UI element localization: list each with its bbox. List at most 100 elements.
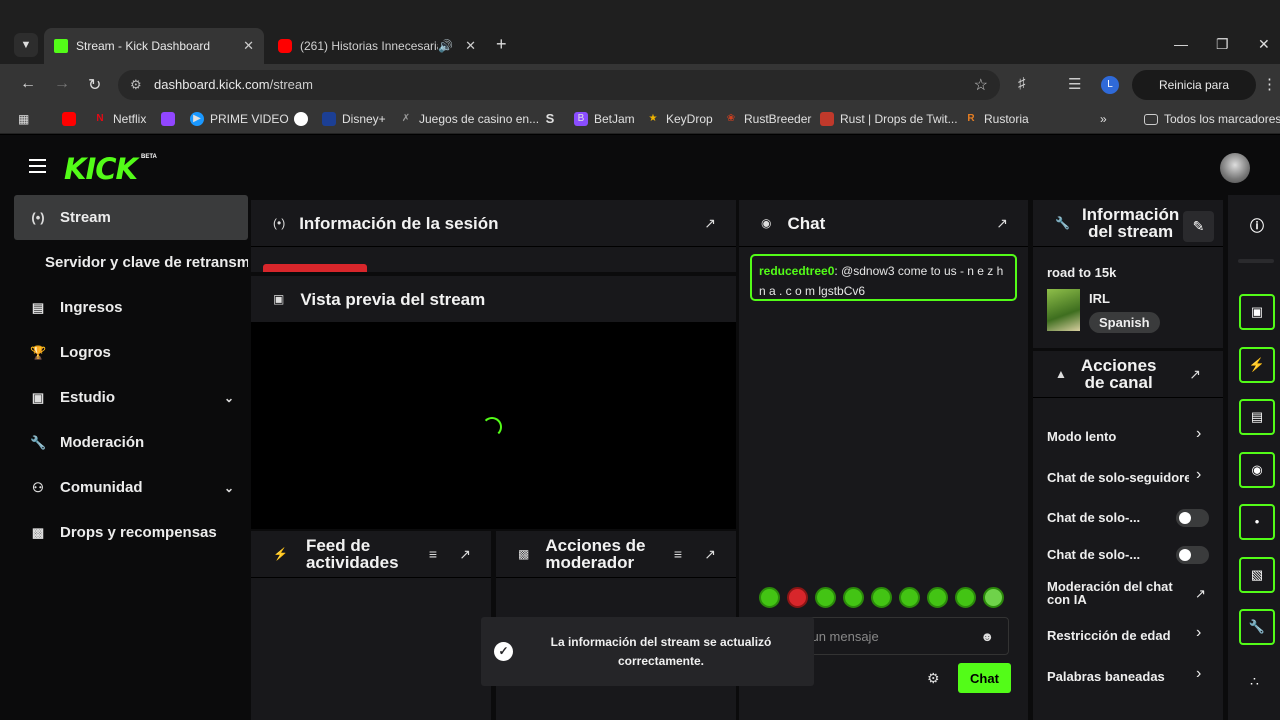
chevron-down-icon[interactable]: ⌄ [224, 391, 234, 405]
notes-icon[interactable]: ▤ [1239, 399, 1275, 435]
chevron-right-icon[interactable]: › [1196, 665, 1201, 683]
twitch-icon [161, 112, 175, 126]
minimize-icon[interactable]: — [1174, 36, 1188, 52]
action-slow-mode[interactable]: Modo lento [1047, 429, 1212, 444]
sidebar-item-estudio[interactable]: ▣ Estudio ⌄ [14, 375, 248, 420]
emote-icon[interactable] [815, 587, 836, 608]
more-bookmarks-icon[interactable]: » [1100, 112, 1107, 126]
emoji-icon[interactable]: ☻ [980, 629, 994, 644]
chevron-right-icon[interactable]: › [1196, 466, 1201, 484]
action-banned-words[interactable]: Palabras baneadas [1047, 669, 1212, 684]
popout-icon[interactable]: ↗ [996, 215, 1008, 232]
chat-icon[interactable]: ◉ [1239, 452, 1275, 488]
bookmark-rustoria[interactable]: R Rustoria [964, 112, 1028, 126]
sidebar-item-stream[interactable]: (•) Stream [14, 195, 248, 240]
bookmark-youtube[interactable] [62, 112, 82, 126]
broadcast-icon[interactable]: • [1239, 504, 1275, 540]
bookmark-keydrop[interactable]: ★ KeyDrop [646, 112, 713, 126]
chevron-down-icon[interactable]: ⌄ [224, 481, 234, 495]
emote-icon[interactable] [871, 587, 892, 608]
url-text[interactable]: dashboard.kick.com/stream [154, 77, 313, 92]
emote-icon[interactable] [759, 587, 780, 608]
emote-icon[interactable] [787, 587, 808, 608]
media-control-icon[interactable]: ☰ [1068, 75, 1081, 93]
reload-icon[interactable]: ↻ [88, 75, 101, 95]
emote-icon[interactable] [955, 587, 976, 608]
hamburger-menu-icon[interactable] [29, 159, 46, 177]
emote-icon[interactable] [983, 587, 1004, 608]
sidebar-item-server-key[interactable]: Servidor y clave de retransmisión [14, 240, 248, 285]
bookmark-star-icon[interactable]: ☆ [974, 75, 988, 95]
profile-avatar[interactable]: L [1101, 76, 1119, 94]
popout-icon[interactable]: ↗ [1189, 366, 1201, 383]
user-avatar[interactable] [1220, 153, 1250, 183]
bookmark-disney[interactable]: Disney+ [322, 112, 386, 126]
filter-icon[interactable]: ≡ [674, 546, 682, 562]
emote-icon[interactable] [927, 587, 948, 608]
sidebar-item-ingresos[interactable]: ▤ Ingresos [14, 285, 248, 330]
all-bookmarks[interactable]: Todos los marcadores [1144, 112, 1280, 126]
emotes-only-toggle[interactable] [1176, 546, 1209, 564]
speaker-icon[interactable]: 🔊 [438, 39, 453, 53]
sidebar-item-logros[interactable]: 🏆 Logros [14, 330, 248, 375]
address-bar[interactable]: ⚙ dashboard.kick.com/stream ☆ [118, 70, 1000, 100]
action-ai-moderation[interactable]: Moderación del chat con IA [1047, 580, 1187, 606]
chat-settings-icon[interactable]: ⚙ [927, 670, 940, 687]
stream-category[interactable]: IRL [1089, 291, 1110, 306]
bookmark-prime-video[interactable]: ▶ PRIME VIDEO [190, 112, 289, 126]
sidebar-item-comunidad[interactable]: ⚇ Comunidad ⌄ [14, 465, 248, 510]
forward-icon[interactable]: → [54, 75, 70, 93]
chat-send-button[interactable]: Chat [958, 663, 1011, 693]
window-close-icon[interactable]: ✕ [1258, 36, 1270, 53]
tab-search-icon[interactable]: ▼ [14, 33, 38, 57]
bookmark-rust-drops[interactable]: Rust | Drops de Twit... [820, 112, 958, 126]
bookmark-casino[interactable]: ✗ Juegos de casino en... [399, 112, 539, 126]
bookmark-rustbreeder[interactable]: ❀ RustBreeder [724, 112, 812, 126]
external-link-icon[interactable]: ↗ [1195, 586, 1206, 602]
filter-icon[interactable]: ≡ [429, 546, 437, 562]
restore-icon[interactable]: ❐ [1216, 36, 1229, 53]
edit-stream-info-button[interactable]: ✎ [1183, 211, 1214, 242]
screen-capture-icon[interactable]: ▣ [1239, 294, 1275, 330]
toast-message: La información del stream se actualizó co… [550, 635, 772, 668]
popout-icon[interactable]: ↗ [704, 215, 716, 232]
kick-logo[interactable]: KICK [64, 152, 138, 186]
chat-username[interactable]: reducedtree0 [759, 264, 834, 278]
popout-icon[interactable]: ↗ [704, 546, 716, 563]
site-info-icon[interactable]: ⚙ [130, 77, 142, 93]
action-followers-only[interactable]: Chat de solo-seguidores [1047, 470, 1189, 485]
close-tab-icon[interactable]: ✕ [465, 38, 476, 54]
extensions-icon[interactable]: ♯ [1018, 75, 1026, 92]
new-tab-icon[interactable]: + [496, 34, 507, 55]
subs-only-toggle[interactable] [1176, 509, 1209, 527]
emote-icon[interactable] [843, 587, 864, 608]
layout-icon[interactable]: ▧ [1239, 557, 1275, 593]
tab-youtube[interactable]: (261) Historias Innecesarias 🔊 ✕ [268, 28, 486, 64]
apps-icon[interactable]: ∴ [1250, 673, 1259, 690]
chevron-right-icon[interactable]: › [1196, 624, 1201, 642]
bookmark-netflix[interactable]: N Netflix [93, 112, 146, 126]
close-tab-icon[interactable]: ✕ [243, 38, 254, 54]
chat-message[interactable]: reducedtree0: @sdnow3 come to us - n e z… [750, 254, 1017, 301]
browser-menu-icon[interactable]: ⋮ [1262, 75, 1277, 93]
back-icon[interactable]: ← [20, 75, 36, 93]
wrench-icon[interactable]: 🔧 [1239, 609, 1275, 645]
action-age-restriction[interactable]: Restricción de edad [1047, 628, 1212, 643]
bookmark-s[interactable]: S [543, 112, 563, 126]
info-icon[interactable]: ⓘ [1250, 216, 1264, 236]
bookmark-twitch[interactable] [161, 112, 181, 126]
category-thumbnail[interactable] [1047, 289, 1080, 331]
update-button[interactable]: Reinicia para actualizar [1132, 70, 1256, 122]
bookmark-obs[interactable] [294, 112, 314, 126]
lightning-icon[interactable]: ⚡ [1239, 347, 1275, 383]
bookmark-betjam[interactable]: B BetJam [574, 112, 635, 126]
emote-icon[interactable] [899, 587, 920, 608]
chevron-right-icon[interactable]: › [1196, 425, 1201, 443]
sidebar-item-drops[interactable]: ▩ Drops y recompensas [14, 510, 248, 555]
wrench-icon: 🔧 [30, 434, 47, 450]
tab-kick-dashboard[interactable]: Stream - Kick Dashboard ✕ [44, 28, 264, 64]
browser-tabbar: ▼ Stream - Kick Dashboard ✕ (261) Histor… [0, 0, 1280, 64]
apps-grid-icon[interactable]: ▦ [18, 112, 29, 126]
sidebar-item-moderacion[interactable]: 🔧 Moderación [14, 420, 248, 465]
popout-icon[interactable]: ↗ [459, 546, 471, 563]
